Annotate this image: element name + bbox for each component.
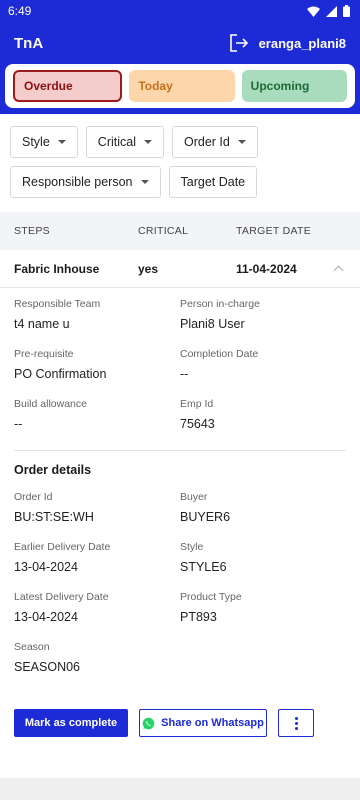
more-options-button[interactable] <box>278 709 314 737</box>
buyer-field: Buyer BUYER6 <box>180 491 346 524</box>
overdue-chip[interactable]: Overdue <box>13 70 123 102</box>
target-date-filter-label: Target Date <box>180 175 246 189</box>
field-label: Person in-charge <box>180 298 260 310</box>
field-label: Pre-requisite <box>14 348 74 360</box>
target-date-filter[interactable]: Target Date <box>168 166 258 198</box>
style-field: Style STYLE6 <box>180 541 346 574</box>
more-vertical-icon-dot <box>294 726 298 730</box>
order-id-field: Order Id BU:ST:SE:WH <box>14 491 180 524</box>
field-label: Emp Id <box>180 398 214 410</box>
bottom-bar <box>0 778 360 800</box>
field-label: Buyer <box>180 491 208 503</box>
header-critical: CRITICAL <box>138 225 189 237</box>
field-value: SEASON06 <box>14 660 81 674</box>
mark-complete-button[interactable]: Mark as complete <box>14 709 128 737</box>
field-value: -- <box>14 417 23 431</box>
field-label: Style <box>180 541 204 553</box>
more-vertical-icon-dot <box>294 721 298 725</box>
app-bar: TnA eranga_plani8 <box>0 22 360 64</box>
signal-icon <box>326 5 337 17</box>
step-target-date: 11-04-2024 <box>236 261 297 276</box>
caret-down-icon <box>237 140 246 144</box>
chevron-up-icon[interactable] <box>333 265 344 276</box>
status-time: 6:49 <box>8 4 32 18</box>
status-chip-card: Overdue Today Upcoming <box>5 64 355 108</box>
critical-filter[interactable]: Critical <box>85 126 164 158</box>
more-vertical-icon <box>294 716 298 720</box>
latest-delivery-date-field: Latest Delivery Date 13-04-2024 <box>14 591 180 624</box>
status-bar: 6:49 <box>0 0 360 22</box>
emp-id-field: Emp Id 75643 <box>180 398 346 431</box>
responsible-team-field: Responsible Team t4 name u <box>14 298 180 331</box>
header-target-date: TARGET DATE <box>236 225 312 237</box>
completion-date-field: Completion Date -- <box>180 348 346 381</box>
critical-filter-label: Critical <box>97 135 136 149</box>
logout-icon[interactable] <box>229 33 249 53</box>
field-value: PO Confirmation <box>14 367 107 381</box>
field-value: 75643 <box>180 417 215 431</box>
field-value: 13-04-2024 <box>14 610 78 624</box>
style-filter[interactable]: Style <box>10 126 78 158</box>
earlier-delivery-date-field: Earlier Delivery Date 13-04-2024 <box>14 541 180 574</box>
order-info-grid: Order Id BU:ST:SE:WH Buyer BUYER6 Earlie… <box>14 491 346 691</box>
divider <box>14 450 346 451</box>
app-title: TnA <box>14 34 44 52</box>
responsible-person-filter[interactable]: Responsible person <box>10 166 161 198</box>
field-value: PT893 <box>180 610 217 624</box>
status-icons <box>307 5 350 17</box>
field-label: Season <box>14 641 50 653</box>
header-steps: STEPS <box>14 225 50 237</box>
field-label: Latest Delivery Date <box>14 591 109 603</box>
order-id-filter-label: Order Id <box>184 135 230 149</box>
field-value: Plani8 User <box>180 317 245 331</box>
field-value: -- <box>180 367 189 381</box>
responsible-person-filter-label: Responsible person <box>22 175 133 189</box>
filter-dropdowns: Style Critical Order Id Responsible pers… <box>0 114 360 206</box>
table-header: STEPS CRITICAL TARGET DATE <box>0 212 360 250</box>
field-label: Completion Date <box>180 348 259 360</box>
action-bar: Mark as complete Share on Whatsapp <box>14 709 314 737</box>
user-section: eranga_plani8 <box>229 33 346 53</box>
whatsapp-icon <box>142 717 155 729</box>
field-value: BU:ST:SE:WH <box>14 510 94 524</box>
upcoming-chip[interactable]: Upcoming <box>241 70 347 102</box>
step-critical: yes <box>138 261 159 276</box>
field-value: 13-04-2024 <box>14 560 78 574</box>
pre-requisite-field: Pre-requisite PO Confirmation <box>14 348 180 381</box>
caret-down-icon <box>144 140 152 144</box>
username: eranga_plani8 <box>258 35 346 51</box>
share-whatsapp-button[interactable]: Share on Whatsapp <box>139 709 267 737</box>
season-field: Season SEASON06 <box>14 641 180 674</box>
person-in-charge-field: Person in-charge Plani8 User <box>180 298 346 331</box>
field-label: Order Id <box>14 491 53 503</box>
step-name: Fabric Inhouse <box>14 261 100 276</box>
share-whatsapp-label: Share on Whatsapp <box>161 717 264 729</box>
field-label: Product Type <box>180 591 242 603</box>
caret-down-icon <box>57 140 66 144</box>
wifi-icon <box>307 6 320 17</box>
field-label: Build allowance <box>14 398 87 410</box>
order-details-title: Order details <box>14 463 92 477</box>
status-filter-bar: Overdue Today Upcoming <box>0 64 360 114</box>
field-value: STYLE6 <box>180 560 227 574</box>
field-value: t4 name u <box>14 317 70 331</box>
field-label: Responsible Team <box>14 298 101 310</box>
order-id-filter[interactable]: Order Id <box>172 126 258 158</box>
table-row[interactable]: Fabric Inhouse yes 11-04-2024 <box>0 250 360 288</box>
style-filter-label: Style <box>22 135 50 149</box>
step-details: Responsible Team t4 name u Person in-cha… <box>0 288 360 691</box>
caret-down-icon <box>140 180 149 184</box>
field-value: BUYER6 <box>180 510 231 524</box>
today-chip[interactable]: Today <box>129 70 235 102</box>
battery-icon <box>343 5 350 17</box>
step-info-grid: Responsible Team t4 name u Person in-cha… <box>14 298 346 448</box>
product-type-field: Product Type PT893 <box>180 591 346 624</box>
build-allowance-field: Build allowance -- <box>14 398 180 431</box>
field-label: Earlier Delivery Date <box>14 541 111 553</box>
